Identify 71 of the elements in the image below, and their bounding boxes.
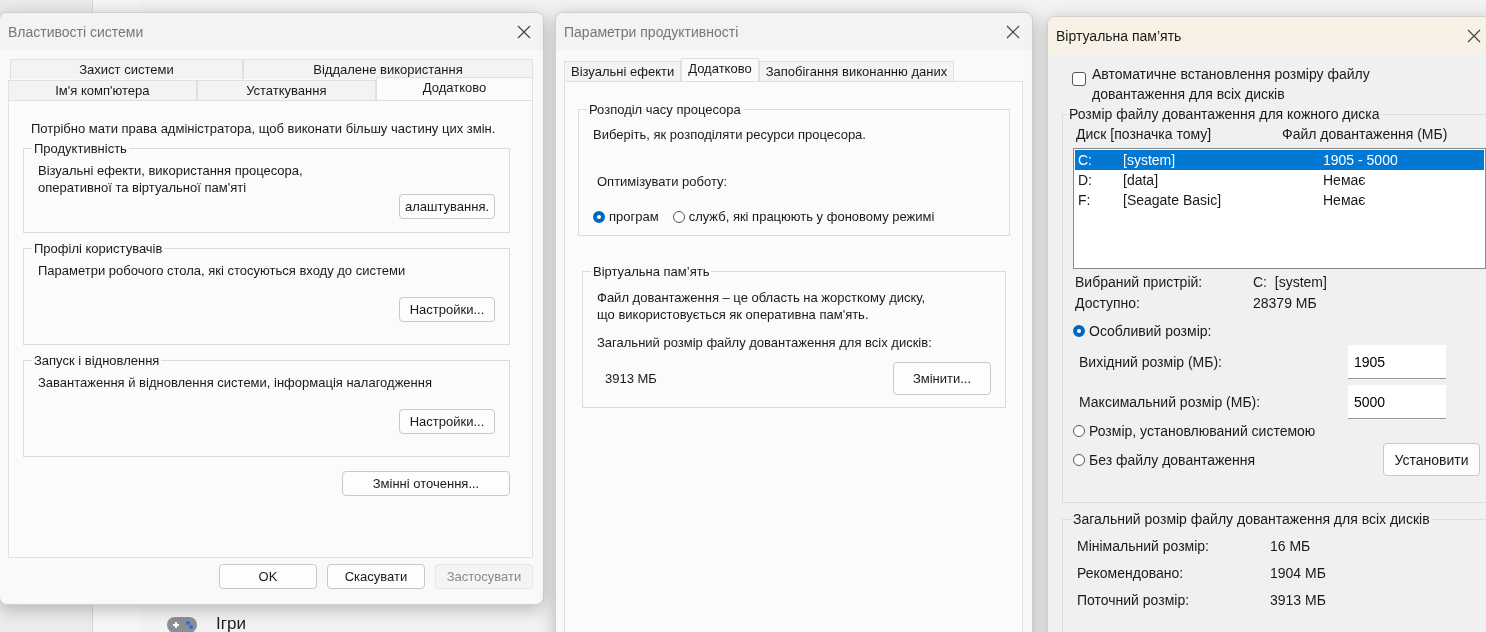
total-label: Мінімальний розмір: bbox=[1077, 538, 1210, 554]
tab[interactable]: Устаткування bbox=[196, 80, 376, 100]
radio-button[interactable] bbox=[593, 210, 605, 223]
settings-button[interactable]: алаштування. bbox=[399, 194, 495, 219]
settings-button[interactable]: Настройки... bbox=[399, 409, 495, 434]
checkbox-label[interactable]: Автоматичне встановлення розміру файлу довантаження для всіх дисків bbox=[1092, 64, 1370, 104]
radio-label[interactable]: Особливий розмір: bbox=[1089, 323, 1212, 339]
tab[interactable]: Додатково bbox=[375, 77, 533, 100]
tab[interactable]: Ім'я комп'ютера bbox=[8, 80, 197, 100]
group-title: Профілі користувачів bbox=[33, 241, 164, 256]
drive-list[interactable]: C: [system] 1905 - 5000 D: [data] Немає F: [Seagate Basic] Немає bbox=[1073, 148, 1486, 269]
radio-button[interactable] bbox=[1073, 453, 1085, 466]
radio-label[interactable]: Розмір, установлюваний системою bbox=[1089, 423, 1316, 439]
info-label: Доступно: bbox=[1075, 295, 1141, 311]
optimize-label: Оптимізувати роботу: bbox=[596, 174, 729, 189]
tab[interactable]: Віддалене використання bbox=[242, 59, 533, 79]
radio-button[interactable] bbox=[1073, 325, 1085, 337]
window-title: Властивості системи bbox=[8, 23, 144, 40]
admin-note: Потрібно мати права адміністратора, щоб виконати більшу частину цих змін. bbox=[30, 121, 497, 137]
group-title: Загальний розмір файлу довантаження для всіх дисків bbox=[1072, 511, 1431, 527]
window-title: Параметри продуктивності bbox=[564, 23, 739, 40]
radio-label[interactable]: служб, які працюють у фоновому режимі bbox=[688, 209, 935, 224]
group-description: Візуальні ефекти, використання процесора, оперативної та віртуальної пам'яті bbox=[38, 162, 304, 196]
close-icon[interactable] bbox=[1467, 28, 1481, 43]
drive-row[interactable]: D: [data] Немає bbox=[1075, 170, 1484, 190]
drive-row[interactable]: F: [Seagate Basic] Немає bbox=[1075, 190, 1484, 210]
drive-row[interactable]: C: [system] 1905 - 5000 bbox=[1075, 150, 1484, 170]
field-label: Вихідний розмір (МБ): bbox=[1079, 354, 1222, 370]
checkbox[interactable] bbox=[1072, 72, 1086, 86]
group-title: Запуск і відновлення bbox=[33, 353, 161, 368]
info-label: Вибраний пристрій: bbox=[1075, 274, 1204, 290]
group-title: Розподіл часу процесора bbox=[588, 102, 742, 117]
info-value: 28379 МБ bbox=[1253, 295, 1318, 311]
radio-label[interactable]: Без файлу довантаження bbox=[1089, 451, 1256, 468]
total-value: 16 МБ bbox=[1270, 538, 1312, 554]
size-input[interactable]: 5000 bbox=[1348, 385, 1446, 419]
total-label: Поточний розмір: bbox=[1077, 592, 1191, 608]
change-button[interactable]: Змінити... bbox=[893, 362, 991, 395]
info-value: C: [system] bbox=[1253, 274, 1328, 290]
group-title: Розмір файлу довантаження для кожного диска bbox=[1068, 106, 1381, 122]
group-description: Завантаження й відновлення системи, інформація налагодження bbox=[38, 374, 433, 391]
total-value: 1904 МБ bbox=[1270, 565, 1327, 581]
field-label: Максимальний розмір (МБ): bbox=[1079, 394, 1261, 410]
set-button[interactable]: Установити bbox=[1383, 443, 1480, 476]
environment-button[interactable]: Змінні оточення... bbox=[342, 471, 510, 496]
nav-item[interactable]: Ігри bbox=[216, 614, 246, 632]
window-title: Віртуальна пам’ять bbox=[1056, 27, 1182, 44]
group-title: Віртуальна пам’ять bbox=[592, 264, 711, 279]
dialog-button[interactable]: Скасувати bbox=[327, 564, 425, 589]
column-header: Диск [позначка тому] bbox=[1076, 126, 1213, 142]
settings-button[interactable]: Настройки... bbox=[399, 297, 495, 322]
tab[interactable]: Запобігання виконанню даних bbox=[758, 61, 955, 81]
dialog-button[interactable]: OK bbox=[219, 564, 317, 589]
radio-button[interactable] bbox=[672, 210, 685, 223]
tab[interactable]: Додатково bbox=[681, 58, 759, 81]
column-header: Файл довантаження (МБ) bbox=[1282, 126, 1449, 142]
group-description: Параметри робочого стола, які стосуються входу до системи bbox=[38, 262, 407, 279]
close-icon[interactable] bbox=[1006, 24, 1020, 39]
total-label: Загальний розмір файлу довантаження для всіх дисків: bbox=[597, 335, 933, 350]
tab[interactable]: Захист системи bbox=[10, 59, 243, 79]
size-input[interactable]: 1905 bbox=[1348, 345, 1446, 379]
group-title: Продуктивність bbox=[33, 141, 128, 156]
description: Файл довантаження – це область на жорсткому диску, що використовується як оперативна пам'ять. bbox=[597, 289, 927, 323]
total-value: 3913 МБ bbox=[604, 371, 657, 386]
total-label: Рекомендовано: bbox=[1077, 565, 1185, 581]
tab[interactable]: Візуальні ефекти bbox=[564, 61, 682, 81]
total-value: 3913 МБ bbox=[1270, 592, 1327, 608]
radio-button[interactable] bbox=[1073, 425, 1085, 437]
close-icon[interactable] bbox=[517, 24, 531, 39]
description: Виберіть, як розподіляти ресурси процесора. bbox=[593, 127, 867, 142]
radio-label[interactable]: програм bbox=[609, 209, 659, 224]
